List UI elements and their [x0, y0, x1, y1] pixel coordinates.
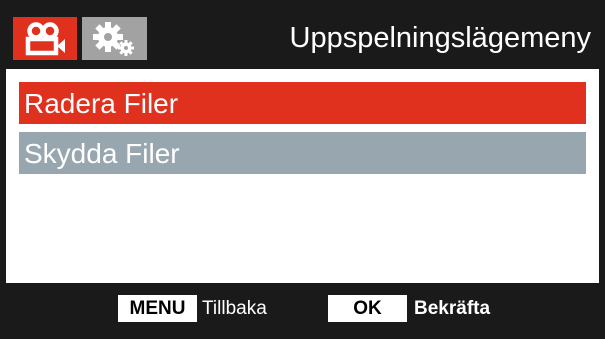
menu-item-delete-files[interactable]: Radera Filer [19, 82, 586, 124]
dashcam-screen: Uppspelningslägemeny Radera Filer Skydda… [0, 0, 605, 339]
gears-icon [93, 22, 134, 56]
video-camera-icon [25, 22, 65, 56]
tab-video[interactable] [13, 17, 77, 60]
confirm-label: Bekräfta [414, 298, 491, 319]
back-label: Tillbaka [202, 298, 267, 319]
header-bar: Uppspelningslägemeny [6, 6, 599, 69]
tab-settings[interactable] [82, 17, 147, 60]
menu-item-protect-files[interactable]: Skydda Filer [19, 132, 586, 174]
ok-key-button[interactable]: OK [328, 295, 407, 322]
menu-key-button[interactable]: MENU [118, 295, 197, 322]
page-title: Uppspelningslägemeny [289, 22, 591, 54]
footer-bar: MENU Tillbaka OK Bekräfta [6, 283, 599, 333]
